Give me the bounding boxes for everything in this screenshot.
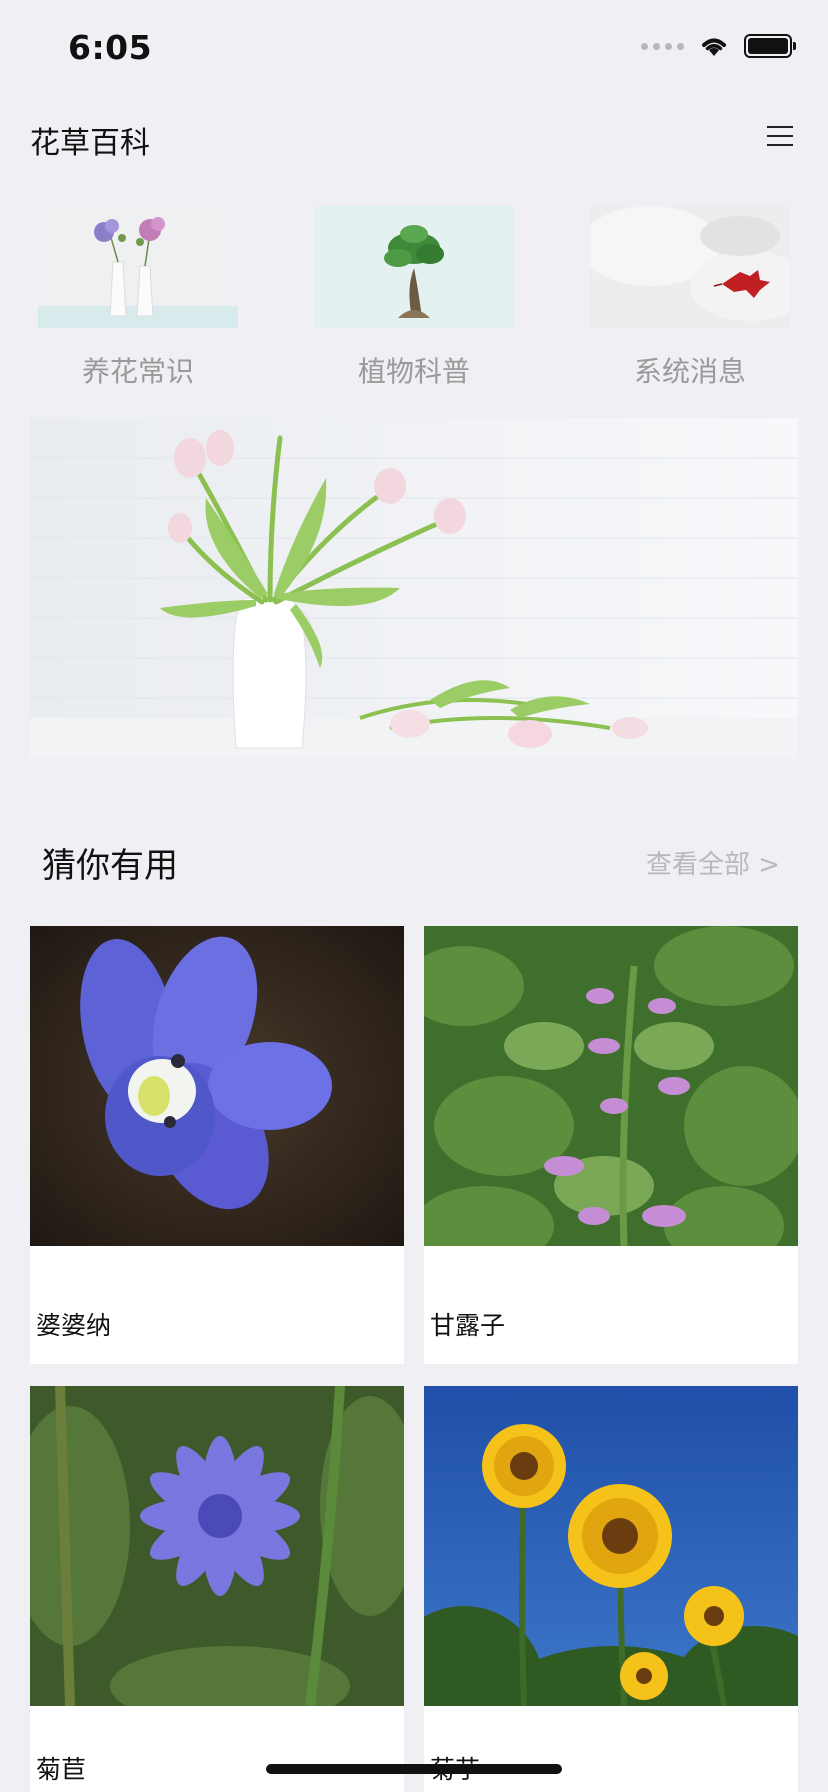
category-label: 植物科普 — [357, 355, 470, 388]
view-all-link[interactable]: 查看全部 > — [646, 844, 780, 881]
bonsai-tree-image — [314, 206, 514, 328]
yellow-jerusalem-artichoke-flower-image — [424, 1386, 798, 1706]
home-indicator[interactable] — [266, 1764, 562, 1774]
status-bar: 6:05 — [0, 0, 828, 100]
status-time: 6:05 — [68, 28, 153, 67]
nav-bar: 花草百科 — [0, 100, 828, 176]
banner[interactable] — [30, 418, 798, 758]
plant-card[interactable]: 甘露子 — [424, 926, 798, 1364]
purple-chinese-artichoke-flower-image — [424, 926, 798, 1246]
page-title: 花草百科 — [30, 126, 150, 161]
tulips-in-white-vase-image — [30, 418, 798, 758]
category-shortcuts: 养花常识 植物科普 系统消息 — [0, 206, 828, 388]
section-header: 猜你有用 查看全部 > — [0, 830, 828, 890]
wifi-icon — [702, 38, 726, 56]
blue-speedwell-flower-image — [30, 926, 404, 1246]
category-plant-science[interactable]: 植物科普 — [314, 206, 514, 390]
plant-card[interactable]: 菊苣 — [30, 1386, 404, 1792]
category-label: 养花常识 — [81, 355, 194, 388]
vases-with-hydrangea-image — [38, 206, 238, 328]
red-leaf-on-snow-image — [580, 206, 810, 328]
category-label: 系统消息 — [633, 355, 746, 388]
signal-dots-icon — [641, 42, 684, 50]
status-icons — [641, 34, 796, 58]
hamburger-menu-icon[interactable] — [764, 120, 798, 154]
battery-icon — [744, 34, 796, 58]
category-system-messages[interactable]: 系统消息 — [580, 206, 810, 390]
plant-card[interactable]: 菊芋 — [424, 1386, 798, 1792]
plant-name: 菊苣 — [36, 1755, 87, 1784]
plant-card[interactable]: 婆婆纳 — [30, 926, 404, 1364]
blue-chicory-flower-image — [30, 1386, 404, 1706]
plant-name: 甘露子 — [430, 1311, 506, 1340]
section-title: 猜你有用 — [42, 846, 178, 886]
plant-name: 婆婆纳 — [36, 1311, 112, 1340]
category-care-tips[interactable]: 养花常识 — [38, 206, 238, 390]
